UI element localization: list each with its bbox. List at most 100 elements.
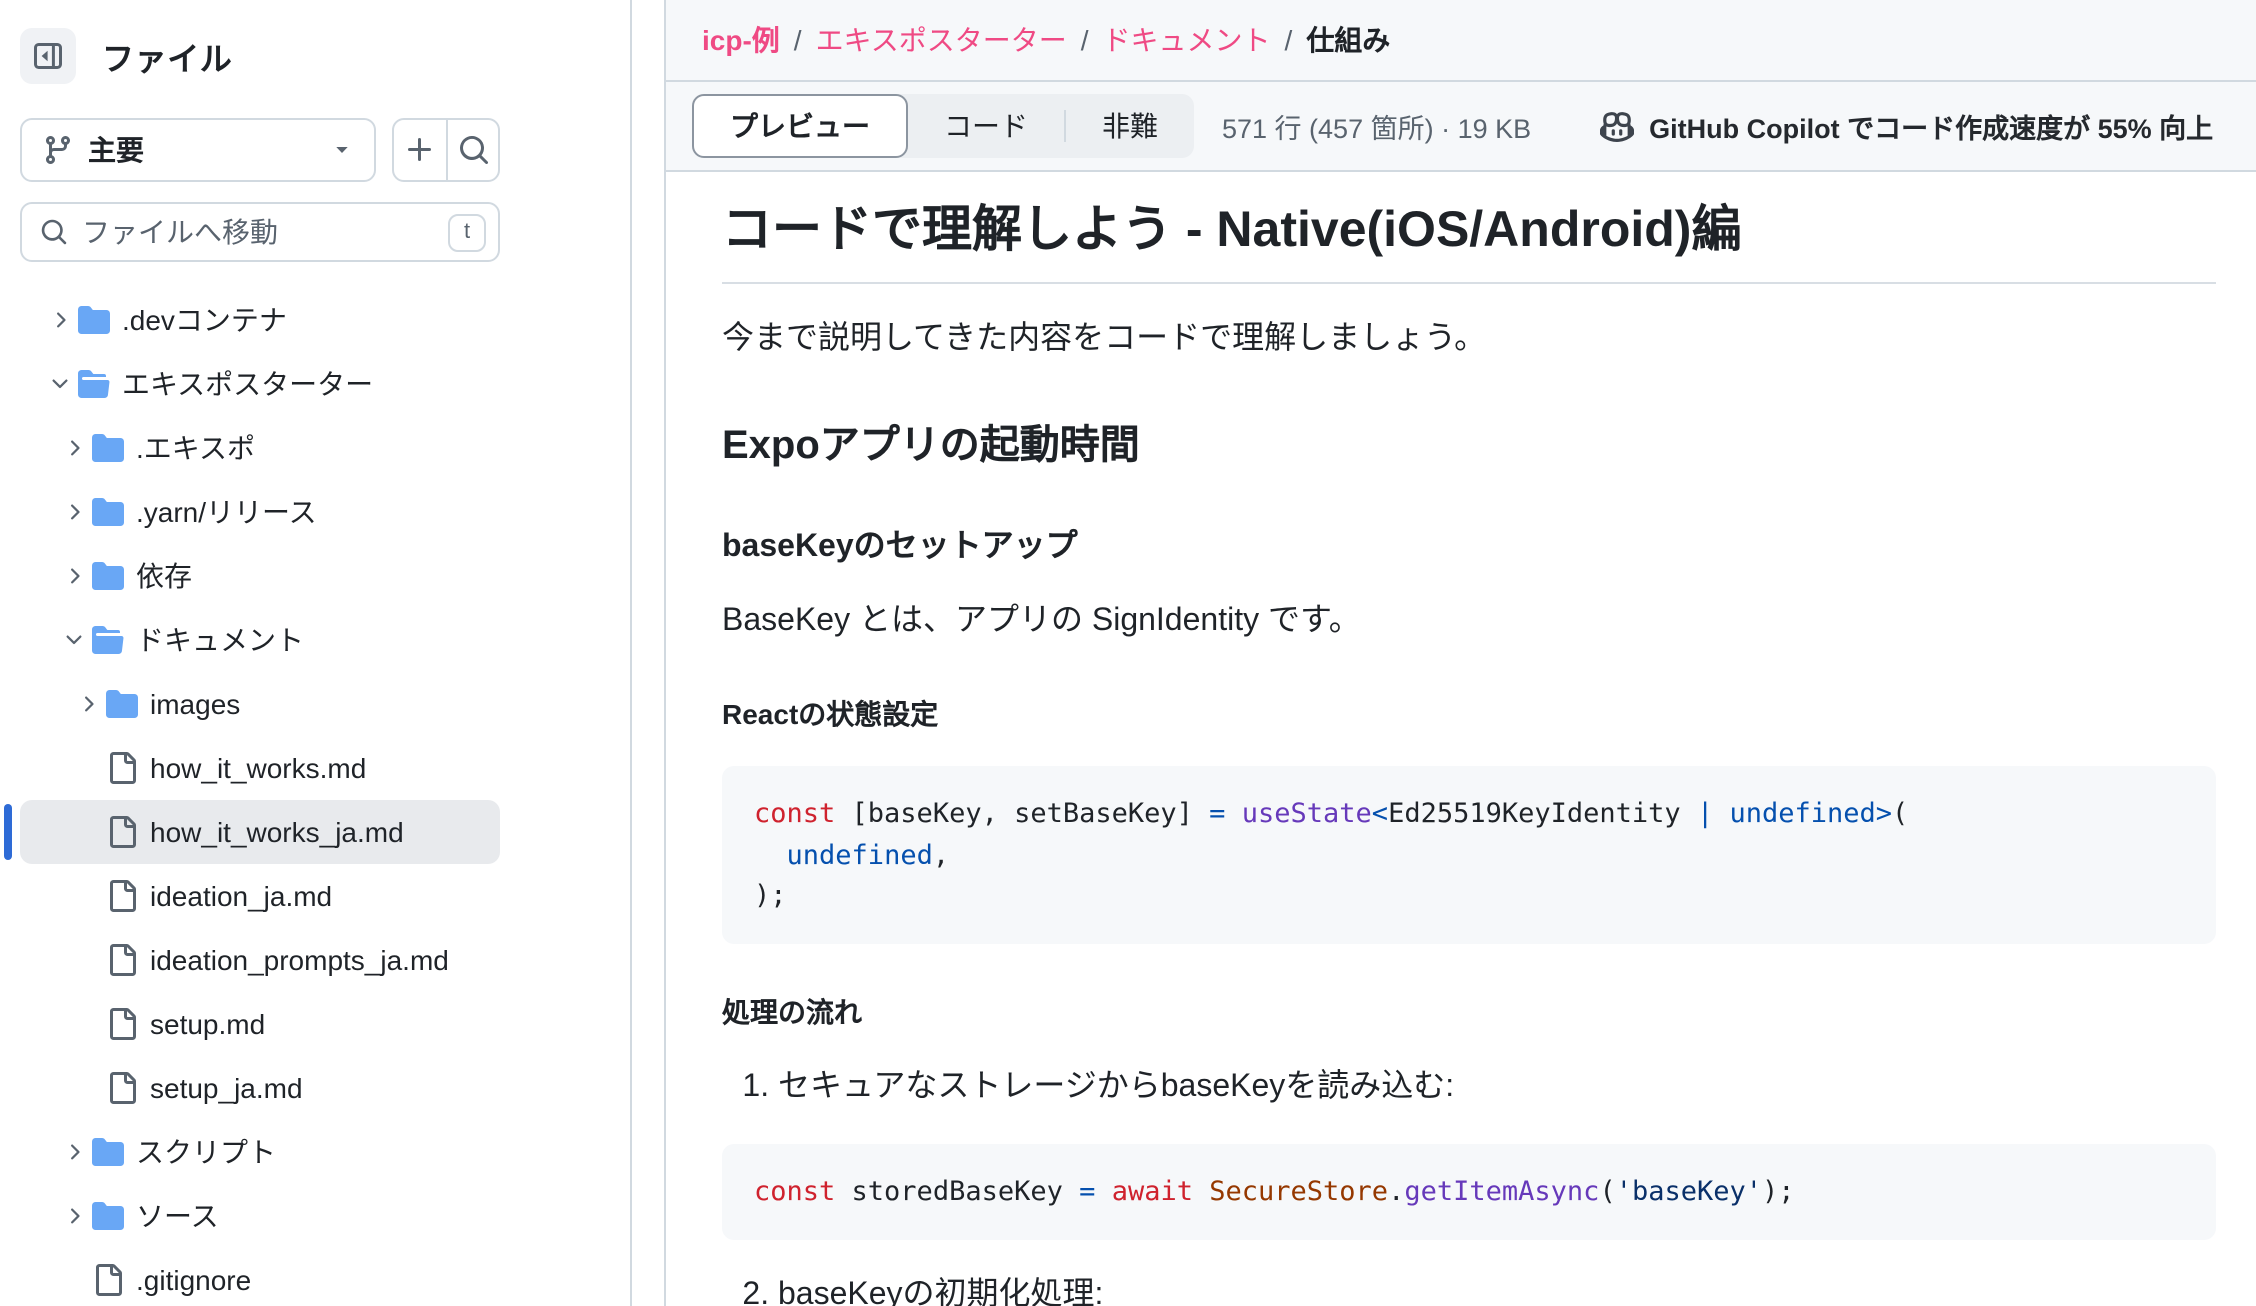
tree-item-setup.md[interactable]: setup.md — [20, 992, 500, 1056]
flow-list-item-2: baseKeyの初期化処理: — [778, 1273, 2216, 1306]
tree-item-依存[interactable]: 依存 — [20, 544, 500, 608]
tree-item-setup_ja.md[interactable]: setup_ja.md — [20, 1056, 500, 1120]
breadcrumb-link[interactable]: エキスポスターター — [816, 20, 1067, 60]
chevron-right-icon[interactable] — [48, 308, 72, 332]
view-mode-tabs: プレビューコード非難 — [692, 94, 1194, 158]
flow-list-item-1: セキュアなストレージからbaseKeyを読み込む: — [778, 1064, 2216, 1112]
copilot-icon — [1599, 109, 1633, 143]
file-toolbar: プレビューコード非難 571 行 (457 箇所) · 19 KB GitHub… — [666, 82, 2256, 172]
file-icon — [92, 1264, 124, 1296]
doc-intro: 今まで説明してきた内容をコードで理解しましょう。 — [722, 317, 2216, 365]
tab-非難[interactable]: 非難 — [1066, 94, 1194, 158]
tree-item-label: ideation_prompts_ja.md — [150, 944, 449, 976]
sidebar-header: ファイル — [20, 28, 500, 84]
copilot-banner[interactable]: GitHub Copilot でコード作成速度が 55% 向上 — [1599, 106, 2213, 146]
chevron-right-icon[interactable] — [62, 436, 86, 460]
collapse-sidebar-button[interactable] — [20, 28, 76, 84]
code-block-securestore: const storedBaseKey = await SecureStore.… — [722, 1144, 2216, 1241]
chevron-right-icon[interactable] — [62, 1204, 86, 1228]
breadcrumb-current: 仕組み — [1306, 20, 1390, 60]
breadcrumb: icp-例/エキスポスターター/ドキュメント/仕組み — [666, 0, 2256, 82]
tree-item-label: setup_ja.md — [150, 1072, 303, 1104]
tree-item-label: スクリプト — [136, 1132, 276, 1172]
folder-icon — [92, 560, 124, 592]
section-heading-expo-startup: Expoアプリの起動時間 — [722, 413, 2216, 471]
chevron-right-icon[interactable] — [62, 500, 86, 524]
flow-list-continued: baseKeyの初期化処理: — [722, 1273, 2216, 1306]
tree-item-スクリプト[interactable]: スクリプト — [20, 1120, 500, 1184]
file-icon — [106, 752, 138, 784]
tree-item-label: .devコンテナ — [122, 300, 287, 340]
tree-item-ソース[interactable]: ソース — [20, 1184, 500, 1248]
breadcrumb-separator: / — [1067, 24, 1103, 56]
tree-item-label: エキスポスターター — [122, 364, 373, 404]
file-content-pane: icp-例/エキスポスターター/ドキュメント/仕組み プレビューコード非難 57… — [664, 0, 2256, 1306]
sidebar-collapse-icon — [32, 40, 64, 72]
breadcrumb-separator: / — [780, 24, 816, 56]
search-icon — [40, 218, 68, 246]
goto-file-input[interactable] — [82, 216, 434, 248]
basekey-description: BaseKey とは、アプリの SignIdentity です。 — [722, 599, 2216, 647]
branch-row: 主要 — [20, 118, 500, 182]
tree-item-.gitignore[interactable]: .gitignore — [20, 1248, 500, 1306]
file-icon — [106, 816, 138, 848]
markdown-preview: コードで理解しよう - Native(iOS/Android)編 今まで説明して… — [666, 172, 2256, 1306]
search-tree-button[interactable] — [446, 120, 498, 180]
file-icon — [106, 880, 138, 912]
file-icon — [106, 1008, 138, 1040]
branch-name: 主要 — [88, 130, 316, 170]
tree-item-label: 依存 — [136, 556, 192, 596]
breadcrumb-link[interactable]: icp-例 — [702, 20, 780, 60]
pane-resize-handle[interactable] — [632, 0, 664, 1306]
tree-item-label: images — [150, 688, 240, 720]
folder-icon — [92, 1136, 124, 1168]
tree-item-label: .yarn/リリース — [136, 492, 317, 532]
tree-item-images[interactable]: images — [20, 672, 500, 736]
chevron-right-icon[interactable] — [62, 564, 86, 588]
github-file-view: ファイル 主要 — [0, 0, 2256, 1306]
copilot-banner-text: GitHub Copilot でコード作成速度が 55% 向上 — [1649, 106, 2213, 146]
tree-item-エキスポスターター[interactable]: エキスポスターター — [20, 352, 500, 416]
tree-item-ドキュメント[interactable]: ドキュメント — [20, 608, 500, 672]
tree-item-.yarn/リリース[interactable]: .yarn/リリース — [20, 480, 500, 544]
tab-プレビュー[interactable]: プレビュー — [692, 94, 908, 158]
tree-item-.devコンテナ[interactable]: .devコンテナ — [20, 288, 500, 352]
tree-item-label: .エキスポ — [136, 428, 255, 468]
tree-item-label: ドキュメント — [136, 620, 304, 660]
breadcrumb-link[interactable]: ドキュメント — [1103, 20, 1271, 60]
tree-item-ideation_prompts_ja.md[interactable]: ideation_prompts_ja.md — [20, 928, 500, 992]
tree-item-label: ソース — [136, 1196, 219, 1236]
tab-コード[interactable]: コード — [908, 94, 1064, 158]
tree-item-label: .gitignore — [136, 1264, 251, 1296]
heading-react-state: Reactの状態設定 — [722, 695, 2216, 735]
search-icon — [457, 134, 489, 166]
tree-item-.エキスポ[interactable]: .エキスポ — [20, 416, 500, 480]
file-tree: .devコンテナエキスポスターター .エキスポ .yarn/リリース依存ドキュメント… — [20, 288, 500, 1306]
tree-item-ideation_ja.md[interactable]: ideation_ja.md — [20, 864, 500, 928]
folder-icon — [78, 304, 110, 336]
chevron-down-icon[interactable] — [62, 628, 86, 652]
doc-title: コードで理解しよう - Native(iOS/Android)編 — [722, 200, 2216, 285]
heading-flow: 処理の流れ — [722, 992, 2216, 1032]
folder-icon — [106, 688, 138, 720]
file-icon — [106, 1072, 138, 1104]
plus-icon — [404, 134, 436, 166]
file-stats: 571 行 (457 箇所) · 19 KB — [1222, 106, 1531, 146]
chevron-right-icon[interactable] — [76, 692, 100, 716]
tree-item-how_it_works_ja.md[interactable]: how_it_works_ja.md — [20, 800, 500, 864]
git-branch-icon — [42, 134, 74, 166]
breadcrumb-separator: / — [1271, 24, 1307, 56]
file-icon — [106, 944, 138, 976]
chevron-right-icon[interactable] — [62, 1140, 86, 1164]
branch-selector[interactable]: 主要 — [20, 118, 376, 182]
tree-item-label: how_it_works.md — [150, 752, 366, 784]
caret-down-icon — [330, 138, 354, 162]
section-heading-basekey-setup: baseKeyのセットアップ — [722, 519, 2216, 567]
tree-actions — [392, 118, 500, 182]
new-file-button[interactable] — [394, 120, 446, 180]
tree-item-label: setup.md — [150, 1008, 265, 1040]
tree-item-how_it_works.md[interactable]: how_it_works.md — [20, 736, 500, 800]
chevron-down-icon[interactable] — [48, 372, 72, 396]
sidebar-title: ファイル — [102, 32, 232, 80]
tree-item-label: ideation_ja.md — [150, 880, 332, 912]
